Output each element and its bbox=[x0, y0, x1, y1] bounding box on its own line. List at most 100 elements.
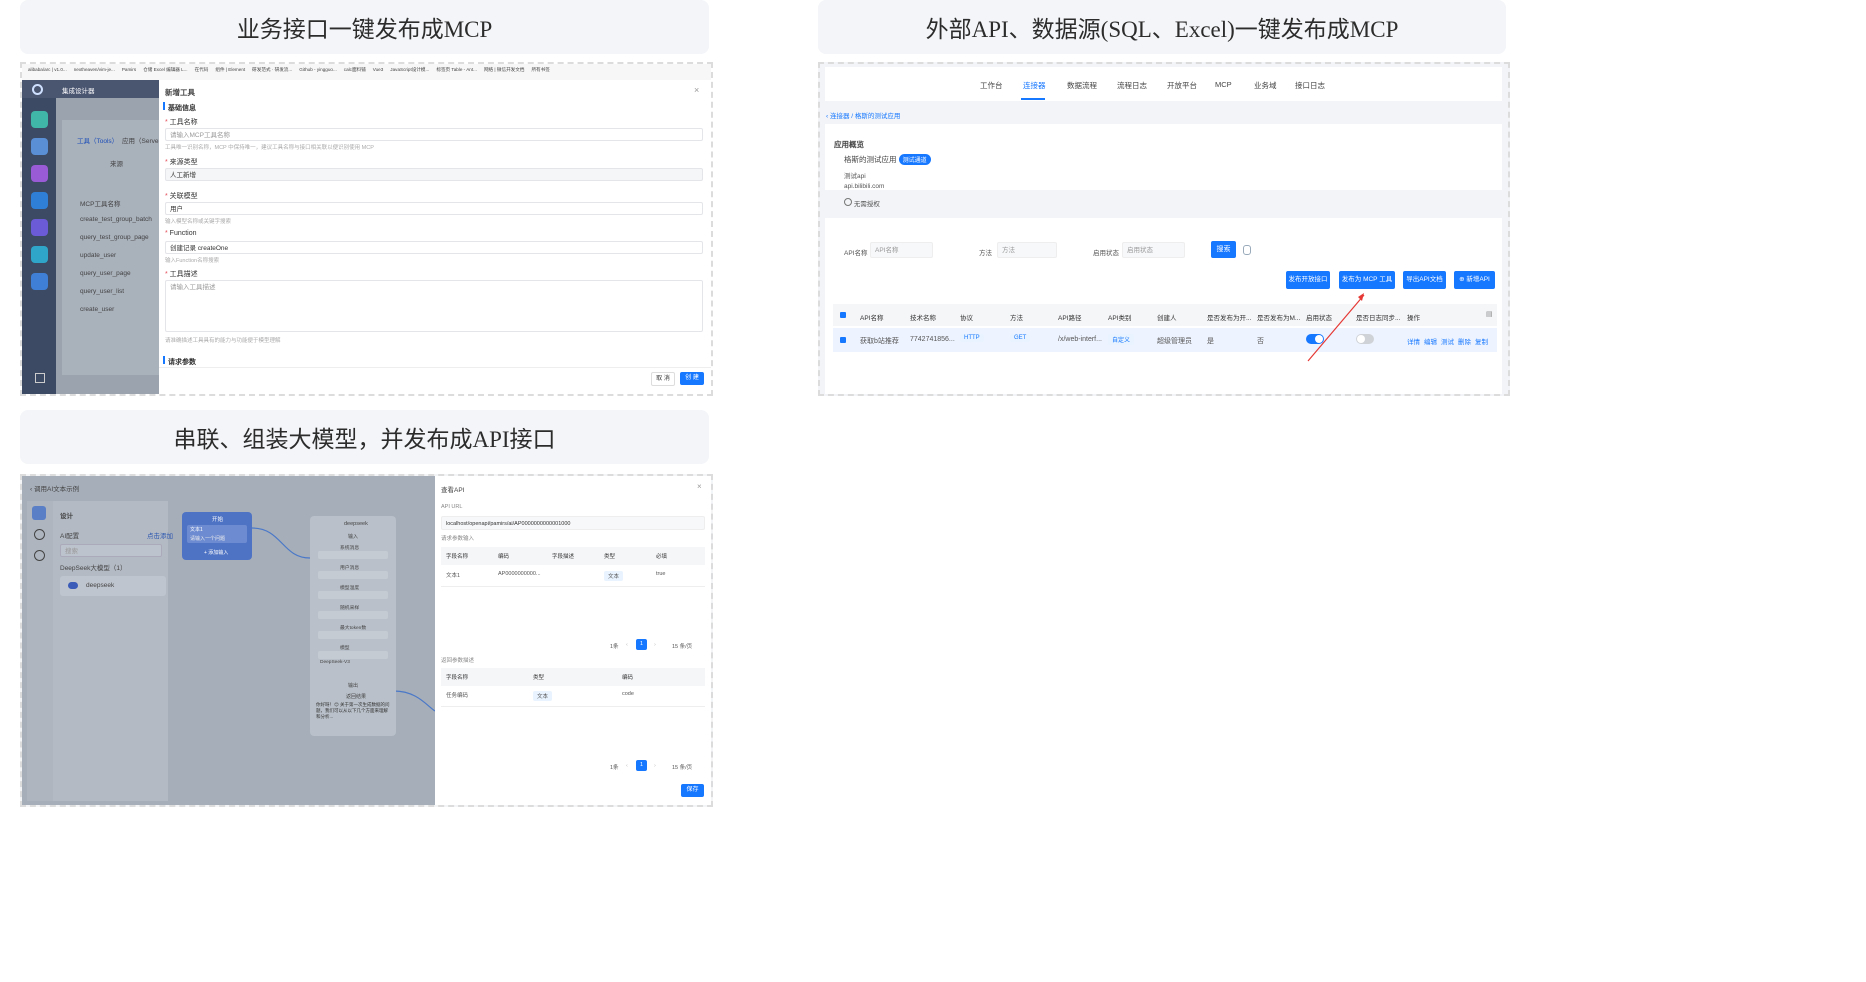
bookmark-item[interactable]: 所有书签 bbox=[531, 67, 549, 73]
nav-tab[interactable]: 连接器 bbox=[1023, 80, 1046, 91]
header-checkbox[interactable] bbox=[840, 312, 846, 318]
function-select[interactable]: 创建记录 createOne bbox=[165, 241, 703, 254]
cancel-button[interactable]: 取 消 bbox=[651, 372, 675, 386]
bookmark-item[interactable]: nextheaven/vim-je... bbox=[74, 67, 115, 73]
tool-list-item[interactable]: query_user_page bbox=[80, 270, 131, 277]
desc-hint: 请准确描述工具具有的能力与功能便于模型理解 bbox=[165, 338, 281, 344]
input-row-cell: 文本1 bbox=[446, 573, 461, 579]
desc-textarea[interactable]: 请输入工具描述 bbox=[165, 280, 703, 332]
search-button[interactable]: 搜索 bbox=[1211, 241, 1236, 258]
cell-tech: 7742741856... bbox=[910, 336, 955, 343]
pager1-size[interactable]: 15 条/页 bbox=[672, 642, 692, 650]
sub-tab-source[interactable]: 来源 bbox=[110, 158, 123, 168]
output-column-header: 类型 bbox=[533, 675, 545, 681]
bookmark-item[interactable]: 研发范式 · 研发流... bbox=[252, 67, 292, 73]
publish-mcp-button[interactable]: 发布为 MCP 工具 bbox=[1339, 271, 1395, 289]
create-button[interactable]: 创 建 bbox=[680, 372, 704, 385]
tool-list-item[interactable]: query_test_group_page bbox=[80, 234, 149, 241]
bookmark-item[interactable]: 在代码 bbox=[195, 67, 209, 73]
start-node[interactable]: 开始 文本1 请输入一个问题 + 添加输入 bbox=[182, 512, 252, 560]
section-basic: 基础信息 bbox=[168, 105, 196, 112]
export-doc-button[interactable]: 导出API文档 bbox=[1403, 271, 1446, 289]
pager1-current[interactable]: 1 bbox=[636, 639, 647, 650]
collapse-icon[interactable] bbox=[35, 373, 45, 383]
nav-icon-3[interactable] bbox=[31, 165, 48, 182]
output-column-header: 字段名称 bbox=[446, 675, 469, 681]
bookmark-item[interactable]: Github - yingguo... bbox=[299, 67, 337, 73]
deepseek-node-field-box[interactable] bbox=[318, 551, 388, 559]
screenshot-mcp-tool-editor: alibaba/arc | v1.0... nextheaven/vim-je..… bbox=[20, 62, 713, 396]
table-column-header: 技术名称 bbox=[910, 315, 936, 322]
row-action-link[interactable]: 编辑 bbox=[1424, 336, 1437, 346]
row-action-link[interactable]: 复制 bbox=[1475, 336, 1488, 346]
tab-tools[interactable]: 工具（Tools） bbox=[77, 135, 118, 145]
bookmark-item[interactable]: alibaba/arc | v1.0... bbox=[28, 67, 67, 73]
nav-tab[interactable]: MCP bbox=[1215, 80, 1232, 89]
nav-tab[interactable]: 工作台 bbox=[980, 80, 1003, 91]
nav-icon-5[interactable] bbox=[31, 219, 48, 236]
row-action-link[interactable]: 删除 bbox=[1458, 336, 1471, 346]
pager2-size[interactable]: 15 条/页 bbox=[672, 763, 692, 771]
api-url-field[interactable]: localhost/openapi/pamirs/ai/AP0000000000… bbox=[441, 516, 705, 530]
deepseek-node-field-box[interactable] bbox=[318, 631, 388, 639]
method-select[interactable]: 方法 bbox=[997, 242, 1057, 258]
tool-list-item[interactable]: create_test_group_batch bbox=[80, 216, 152, 223]
nav-icon-7[interactable] bbox=[31, 273, 48, 290]
source-select[interactable]: 人工新增 bbox=[165, 168, 703, 181]
deepseek-node[interactable]: deepseek 输入 系统消息 用户消息 模型温度 随机采样 最大token数 模型 D… bbox=[310, 516, 396, 736]
api-name-input[interactable]: API名称 bbox=[870, 242, 933, 258]
bookmark-item[interactable]: Vue3 bbox=[373, 67, 384, 73]
nav-tab[interactable]: 数据流程 bbox=[1067, 80, 1097, 91]
nav-tab[interactable]: 接口日志 bbox=[1295, 80, 1325, 91]
tool-name-input[interactable]: 请输入MCP工具名称 bbox=[165, 128, 703, 141]
nav-icon-1[interactable] bbox=[31, 111, 48, 128]
deepseek-node-field-box[interactable] bbox=[318, 591, 388, 599]
bookmark-item[interactable]: Pamirs bbox=[122, 67, 136, 73]
tool-list-item[interactable]: update_user bbox=[80, 252, 116, 259]
bookmark-item[interactable]: 标签页 Table - Ant... bbox=[436, 67, 477, 73]
reset-icon[interactable] bbox=[1243, 245, 1251, 255]
publish-open-button[interactable]: 发布开放接口 bbox=[1286, 271, 1330, 289]
row-action-link[interactable]: 测试 bbox=[1441, 336, 1454, 346]
start-node-add[interactable]: + 添加输入 bbox=[204, 549, 228, 556]
pager1-next[interactable]: › bbox=[654, 642, 656, 648]
bookmarks-bar: alibaba/arc | v1.0... nextheaven/vim-je..… bbox=[22, 64, 711, 81]
nav-icon-4[interactable] bbox=[31, 192, 48, 209]
close-icon[interactable]: × bbox=[694, 85, 699, 95]
breadcrumb[interactable]: ‹ 连接器 / 格斯的测试应用 bbox=[826, 110, 900, 120]
add-api-button[interactable]: ⊕ 新增API bbox=[1454, 271, 1495, 289]
cell-protocol: HTTP bbox=[960, 334, 984, 342]
deepseek-node-field-box[interactable] bbox=[318, 571, 388, 579]
pager2-current[interactable]: 1 bbox=[636, 760, 647, 771]
tool-list-item[interactable]: query_user_list bbox=[80, 288, 124, 295]
start-node-field: 文本1 bbox=[190, 527, 203, 533]
label-model: * 关联模型 bbox=[165, 193, 198, 200]
tool-list-item[interactable]: create_user bbox=[80, 306, 114, 313]
nav-icon-2[interactable] bbox=[31, 138, 48, 155]
deepseek-node-field: 模型 bbox=[340, 646, 350, 651]
bookmark-item[interactable]: JavaScript设计模... bbox=[390, 67, 429, 73]
bookmark-item[interactable]: calc面料铺 bbox=[344, 67, 366, 73]
nav-tab[interactable]: 开放平台 bbox=[1167, 80, 1197, 91]
bookmark-item[interactable]: 组件 | Element bbox=[215, 67, 245, 73]
pager2-next[interactable]: › bbox=[654, 763, 656, 769]
bookmark-item[interactable]: 网络 | 微信开发文档 bbox=[484, 67, 525, 73]
start-node-hint: 请输入一个问题 bbox=[190, 536, 226, 542]
nav-tab[interactable]: 流程日志 bbox=[1117, 80, 1147, 91]
nav-icon-6[interactable] bbox=[31, 246, 48, 263]
nav-tab[interactable]: 业务域 bbox=[1254, 80, 1277, 91]
pager1-prev[interactable]: ‹ bbox=[626, 642, 628, 648]
start-node-title: 开始 bbox=[212, 517, 224, 523]
bookmark-item[interactable]: 仓储 Excel 编辑器 L... bbox=[143, 67, 187, 73]
save-button[interactable]: 保存 bbox=[681, 784, 704, 797]
column-settings-icon[interactable]: ▤ bbox=[1486, 310, 1493, 318]
app-auth: 无需授权 bbox=[844, 198, 880, 208]
row-action-link[interactable]: 详情 bbox=[1407, 336, 1420, 346]
drawer-close-icon[interactable]: × bbox=[697, 482, 702, 491]
deepseek-node-field-box[interactable] bbox=[318, 611, 388, 619]
pager2-prev[interactable]: ‹ bbox=[626, 763, 628, 769]
model-select[interactable]: 用户 bbox=[165, 202, 703, 215]
status-select[interactable]: 启用状态 bbox=[1122, 242, 1185, 258]
deepseek-node-field-box[interactable] bbox=[318, 651, 388, 659]
row-checkbox[interactable] bbox=[840, 337, 846, 343]
